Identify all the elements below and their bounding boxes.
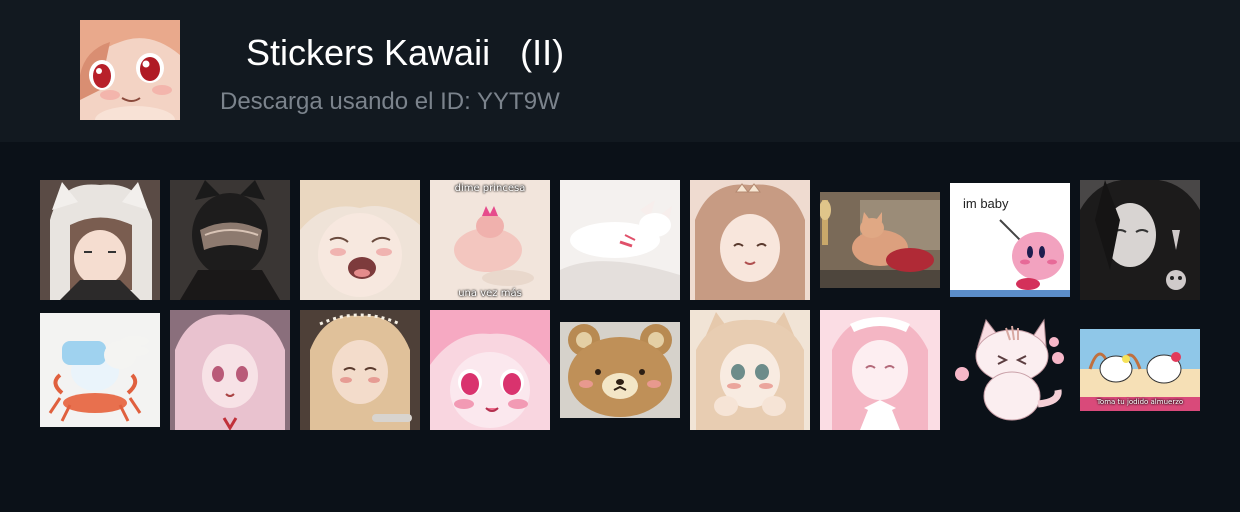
sticker-pink-maid-girl-image	[820, 310, 940, 430]
sticker-cat-hood-girl[interactable]	[40, 180, 160, 300]
sticker-tiara-girl-image	[690, 180, 810, 300]
sticker-dark-hair-girl-image	[1080, 180, 1200, 300]
sticker-pink-blush-girl-image	[430, 310, 550, 430]
sticker-pink-blush-girl[interactable]	[430, 310, 550, 430]
sticker-princess-cat-image	[430, 180, 550, 300]
sticker-pink-hair-girl-image	[170, 310, 290, 430]
sticker-cat-hood-girl-image	[40, 180, 160, 300]
sticker-rilakkuma[interactable]	[560, 322, 680, 418]
sticker-sleeping-white-cat[interactable]	[560, 180, 680, 300]
sticker-cat-flowers-image	[950, 316, 1070, 426]
sticker-helmet-rider-image	[170, 180, 290, 300]
sticker-shy-catgirl[interactable]	[690, 310, 810, 430]
sticker-crying-girl-image	[300, 180, 420, 300]
sticker-caption: im baby	[963, 196, 1009, 211]
sticker-blonde-elf-girl[interactable]	[300, 310, 420, 430]
sticker-orange-cat-couch-image	[820, 192, 940, 288]
sticker-bunny-crab-image	[40, 313, 160, 427]
sticker-tiara-girl[interactable]	[690, 180, 810, 300]
sticker-shy-catgirl-image	[690, 310, 810, 430]
sticker-helmet-rider[interactable]	[170, 180, 290, 300]
sticker-pink-hair-girl[interactable]	[170, 310, 290, 430]
sticker-im-baby-kirby[interactable]: im baby	[950, 180, 1070, 300]
sticker-princess-cat[interactable]: dime princesa una vez más	[430, 180, 550, 300]
sticker-orange-cat-couch[interactable]	[820, 180, 940, 300]
sticker-grid: dime princesa una vez más im baby Toma t…	[0, 0, 1240, 512]
sticker-dark-hair-girl[interactable]	[1080, 180, 1200, 300]
sticker-sleeping-white-cat-image	[560, 180, 680, 300]
sticker-caption-top: dime princesa	[454, 183, 526, 194]
sticker-bunny-crab[interactable]	[40, 313, 160, 427]
sticker-caption: Toma tu jodido almuerzo	[1096, 398, 1184, 406]
sticker-pink-maid-girl[interactable]	[820, 310, 940, 430]
sticker-crying-girl[interactable]	[300, 180, 420, 300]
sticker-blonde-elf-girl-image	[300, 310, 420, 430]
sticker-cat-flowers[interactable]	[950, 316, 1070, 426]
sticker-hello-kitty-lunch[interactable]: Toma tu jodido almuerzo	[1080, 329, 1200, 411]
sticker-caption-bottom: una vez más	[458, 288, 522, 299]
sticker-rilakkuma-image	[560, 322, 680, 418]
